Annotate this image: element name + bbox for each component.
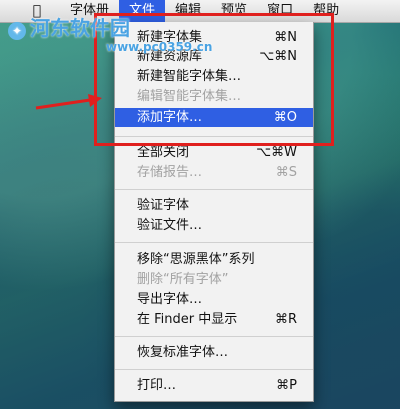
shortcut-label: ⌘O: [273, 110, 297, 125]
menu-item-show-in-finder[interactable]: 在 Finder 中显示 ⌘R: [115, 310, 313, 329]
menu-item-new-library[interactable]: 新建资源库 ⌥⌘N: [115, 47, 313, 66]
menu-item-validate-fonts[interactable]: 验证字体: [115, 196, 313, 215]
menu-item-label: 移除“思源黑体”系列: [137, 252, 255, 267]
menu-item-print[interactable]: 打印… ⌘P: [115, 376, 313, 395]
menu-item-label: 在 Finder 中显示: [137, 312, 238, 327]
menu-edit[interactable]: 编辑: [165, 0, 211, 22]
menu-item-label: 新建资源库: [137, 49, 203, 64]
apple-icon[interactable]: : [28, 3, 46, 19]
menu-separator: [115, 242, 313, 243]
menu-item-label: 验证字体: [137, 198, 190, 213]
menu-item-export-fonts[interactable]: 导出字体…: [115, 290, 313, 309]
menu-item-label: 新建字体集: [137, 30, 203, 45]
menu-item-label: 删除“所有字体”: [137, 272, 229, 287]
shortcut-label: ⌘R: [274, 312, 297, 327]
menu-item-new-smart-collection[interactable]: 新建智能字体集…: [115, 67, 313, 86]
menu-item-close-all[interactable]: 全部关闭 ⌥⌘W: [115, 143, 313, 162]
menu-item-remove-family[interactable]: 移除“思源黑体”系列: [115, 250, 313, 269]
menu-item-label: 存储报告…: [137, 165, 203, 180]
menu-item-label: 导出字体…: [137, 292, 203, 307]
menu-item-new-collection[interactable]: 新建字体集 ⌘N: [115, 28, 313, 47]
menu-separator: [115, 189, 313, 190]
menu-item-label: 添加字体…: [137, 110, 203, 125]
shortcut-label: ⌥⌘W: [256, 145, 297, 160]
menu-file[interactable]: 文件: [119, 0, 166, 22]
menu-font-book[interactable]: 字体册: [60, 0, 119, 22]
menu-item-delete-all-fonts: 删除“所有字体”: [115, 270, 313, 289]
shortcut-label: ⌘N: [274, 30, 297, 45]
menu-item-validate-file[interactable]: 验证文件…: [115, 216, 313, 235]
menu-preview[interactable]: 预览: [211, 0, 257, 22]
shortcut-label: ⌥⌘N: [259, 49, 297, 64]
menu-item-add-fonts[interactable]: 添加字体… ⌘O: [115, 108, 313, 127]
menu-separator: [115, 136, 313, 137]
menu-item-label: 编辑智能字体集…: [137, 89, 242, 104]
menu-item-edit-smart-collection: 编辑智能字体集…: [115, 87, 313, 106]
file-menu-dropdown: 新建字体集 ⌘N 新建资源库 ⌥⌘N 新建智能字体集… 编辑智能字体集… 添加字…: [114, 22, 314, 402]
menu-window[interactable]: 窗口: [257, 0, 303, 22]
menu-help[interactable]: 帮助: [303, 0, 349, 22]
menu-item-label: 全部关闭: [137, 145, 190, 160]
menu-item-label: 新建智能字体集…: [137, 69, 242, 84]
menu-item-restore-standard-fonts[interactable]: 恢复标准字体…: [115, 343, 313, 362]
menu-item-save-report: 存储报告… ⌘S: [115, 163, 313, 182]
shortcut-label: ⌘S: [275, 165, 297, 180]
menu-separator: [115, 369, 313, 370]
menu-bar:  字体册 文件 编辑 预览 窗口 帮助: [0, 0, 400, 23]
menu-separator: [115, 336, 313, 337]
menu-item-label: 恢复标准字体…: [137, 345, 229, 360]
shortcut-label: ⌘P: [276, 378, 297, 393]
menu-item-label: 验证文件…: [137, 218, 203, 233]
menu-item-label: 打印…: [137, 378, 177, 393]
